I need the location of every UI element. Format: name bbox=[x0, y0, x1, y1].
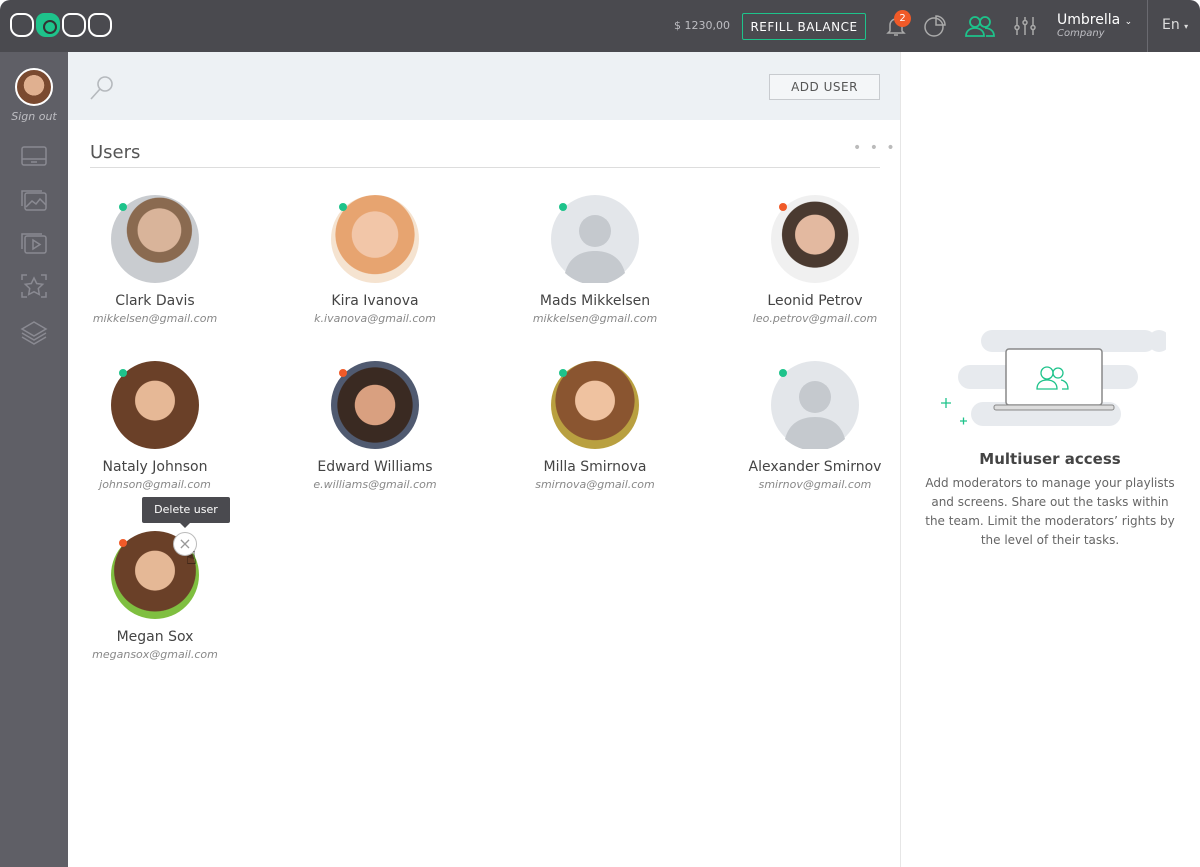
language-select[interactable]: En ▾ bbox=[1162, 17, 1188, 33]
multiuser-illustration bbox=[941, 330, 1166, 426]
info-description: Add moderators to manage your playlists … bbox=[925, 476, 1175, 547]
user-card[interactable]: Kira Ivanova k.ivanova@gmail.com bbox=[265, 195, 485, 325]
layers-icon[interactable] bbox=[20, 320, 48, 346]
user-avatar[interactable] bbox=[331, 195, 419, 283]
users-icon[interactable] bbox=[964, 14, 996, 38]
user-email: smirnov@gmail.com bbox=[758, 478, 872, 491]
user-email: k.ivanova@gmail.com bbox=[314, 312, 436, 325]
notification-badge: 2 bbox=[894, 10, 911, 27]
user-card[interactable]: Nataly Johnson johnson@gmail.com bbox=[45, 361, 265, 491]
status-dot bbox=[339, 369, 347, 377]
sign-out-link[interactable]: Sign out bbox=[0, 110, 68, 123]
user-card[interactable]: Alexander Smirnov smirnov@gmail.com bbox=[705, 361, 925, 491]
user-name: Milla Smirnova bbox=[543, 459, 647, 475]
user-avatar[interactable] bbox=[771, 195, 859, 283]
status-dot bbox=[559, 203, 567, 211]
user-avatar[interactable] bbox=[331, 361, 419, 449]
user-avatar[interactable] bbox=[111, 195, 199, 283]
status-dot bbox=[779, 203, 787, 211]
user-email: mikkelsen@gmail.com bbox=[92, 312, 218, 325]
user-name: Leonid Petrov bbox=[767, 293, 863, 309]
user-name: Megan Sox bbox=[116, 629, 194, 645]
user-email: mikkelsen@gmail.com bbox=[532, 312, 658, 325]
user-name: Edward Williams bbox=[317, 459, 433, 475]
effects-icon[interactable] bbox=[20, 273, 48, 299]
language-value: En bbox=[1162, 17, 1180, 33]
delete-user-tooltip: Delete user bbox=[142, 497, 230, 528]
user-name: Nataly Johnson bbox=[102, 459, 208, 475]
company-label: Company bbox=[1057, 28, 1105, 39]
images-icon[interactable] bbox=[20, 187, 48, 213]
user-card[interactable]: Leonid Petrov leo.petrov@gmail.com bbox=[705, 195, 925, 325]
user-name: Kira Ivanova bbox=[331, 293, 419, 309]
top-bar: $ 1230,00 REFILL BALANCE 2 Umbrella ⌄ Com… bbox=[0, 0, 1200, 52]
status-dot bbox=[559, 369, 567, 377]
user-name: Mads Mikkelsen bbox=[539, 293, 651, 309]
status-dot bbox=[119, 203, 127, 211]
user-avatar[interactable] bbox=[111, 361, 199, 449]
user-name: Clark Davis bbox=[115, 293, 195, 309]
pie-chart-icon[interactable] bbox=[923, 14, 947, 38]
user-avatar[interactable] bbox=[771, 361, 859, 451]
user-email: johnson@gmail.com bbox=[99, 478, 211, 491]
more-options-button[interactable]: • • • bbox=[853, 140, 897, 156]
user-name: Alexander Smirnov bbox=[748, 459, 882, 475]
videos-icon[interactable] bbox=[20, 230, 48, 256]
section-title: Users bbox=[90, 142, 141, 163]
user-avatar[interactable] bbox=[551, 195, 639, 285]
avatar[interactable] bbox=[15, 68, 53, 106]
user-email: smirnova@gmail.com bbox=[535, 478, 655, 491]
user-card[interactable]: Mads Mikkelsen mikkelsen@gmail.com bbox=[485, 195, 705, 325]
user-card[interactable]: Megan Sox megansox@gmail.com bbox=[45, 531, 265, 661]
status-dot bbox=[779, 369, 787, 377]
screens-icon[interactable] bbox=[20, 144, 48, 170]
add-user-button[interactable]: ADD USER bbox=[769, 74, 880, 100]
balance: $ 1230,00 bbox=[674, 19, 730, 32]
status-dot bbox=[119, 539, 127, 547]
look-logo[interactable] bbox=[10, 13, 112, 37]
user-email: megansox@gmail.com bbox=[92, 648, 218, 661]
user-avatar[interactable] bbox=[551, 361, 639, 449]
user-email: leo.petrov@gmail.com bbox=[752, 312, 878, 325]
user-card[interactable]: Edward Williams e.williams@gmail.com bbox=[265, 361, 485, 491]
company-name: Umbrella bbox=[1057, 12, 1121, 28]
status-dot bbox=[119, 369, 127, 377]
search-icon[interactable] bbox=[88, 74, 116, 102]
divider bbox=[1147, 0, 1148, 52]
company-switcher[interactable]: Umbrella ⌄ Company bbox=[1057, 12, 1132, 39]
user-card[interactable]: Milla Smirnova smirnova@gmail.com bbox=[485, 361, 705, 491]
user-email: e.williams@gmail.com bbox=[313, 478, 437, 491]
hand-cursor-icon: ☝ bbox=[186, 548, 197, 569]
status-dot bbox=[339, 203, 347, 211]
chevron-down-icon: ⌄ bbox=[1124, 17, 1133, 27]
refill-balance-button[interactable]: REFILL BALANCE bbox=[742, 13, 866, 40]
user-card[interactable]: Clark Davis mikkelsen@gmail.com bbox=[45, 195, 265, 325]
info-title: Multiuser access bbox=[979, 450, 1121, 468]
settings-sliders-icon[interactable] bbox=[1013, 14, 1037, 38]
divider bbox=[90, 167, 880, 168]
